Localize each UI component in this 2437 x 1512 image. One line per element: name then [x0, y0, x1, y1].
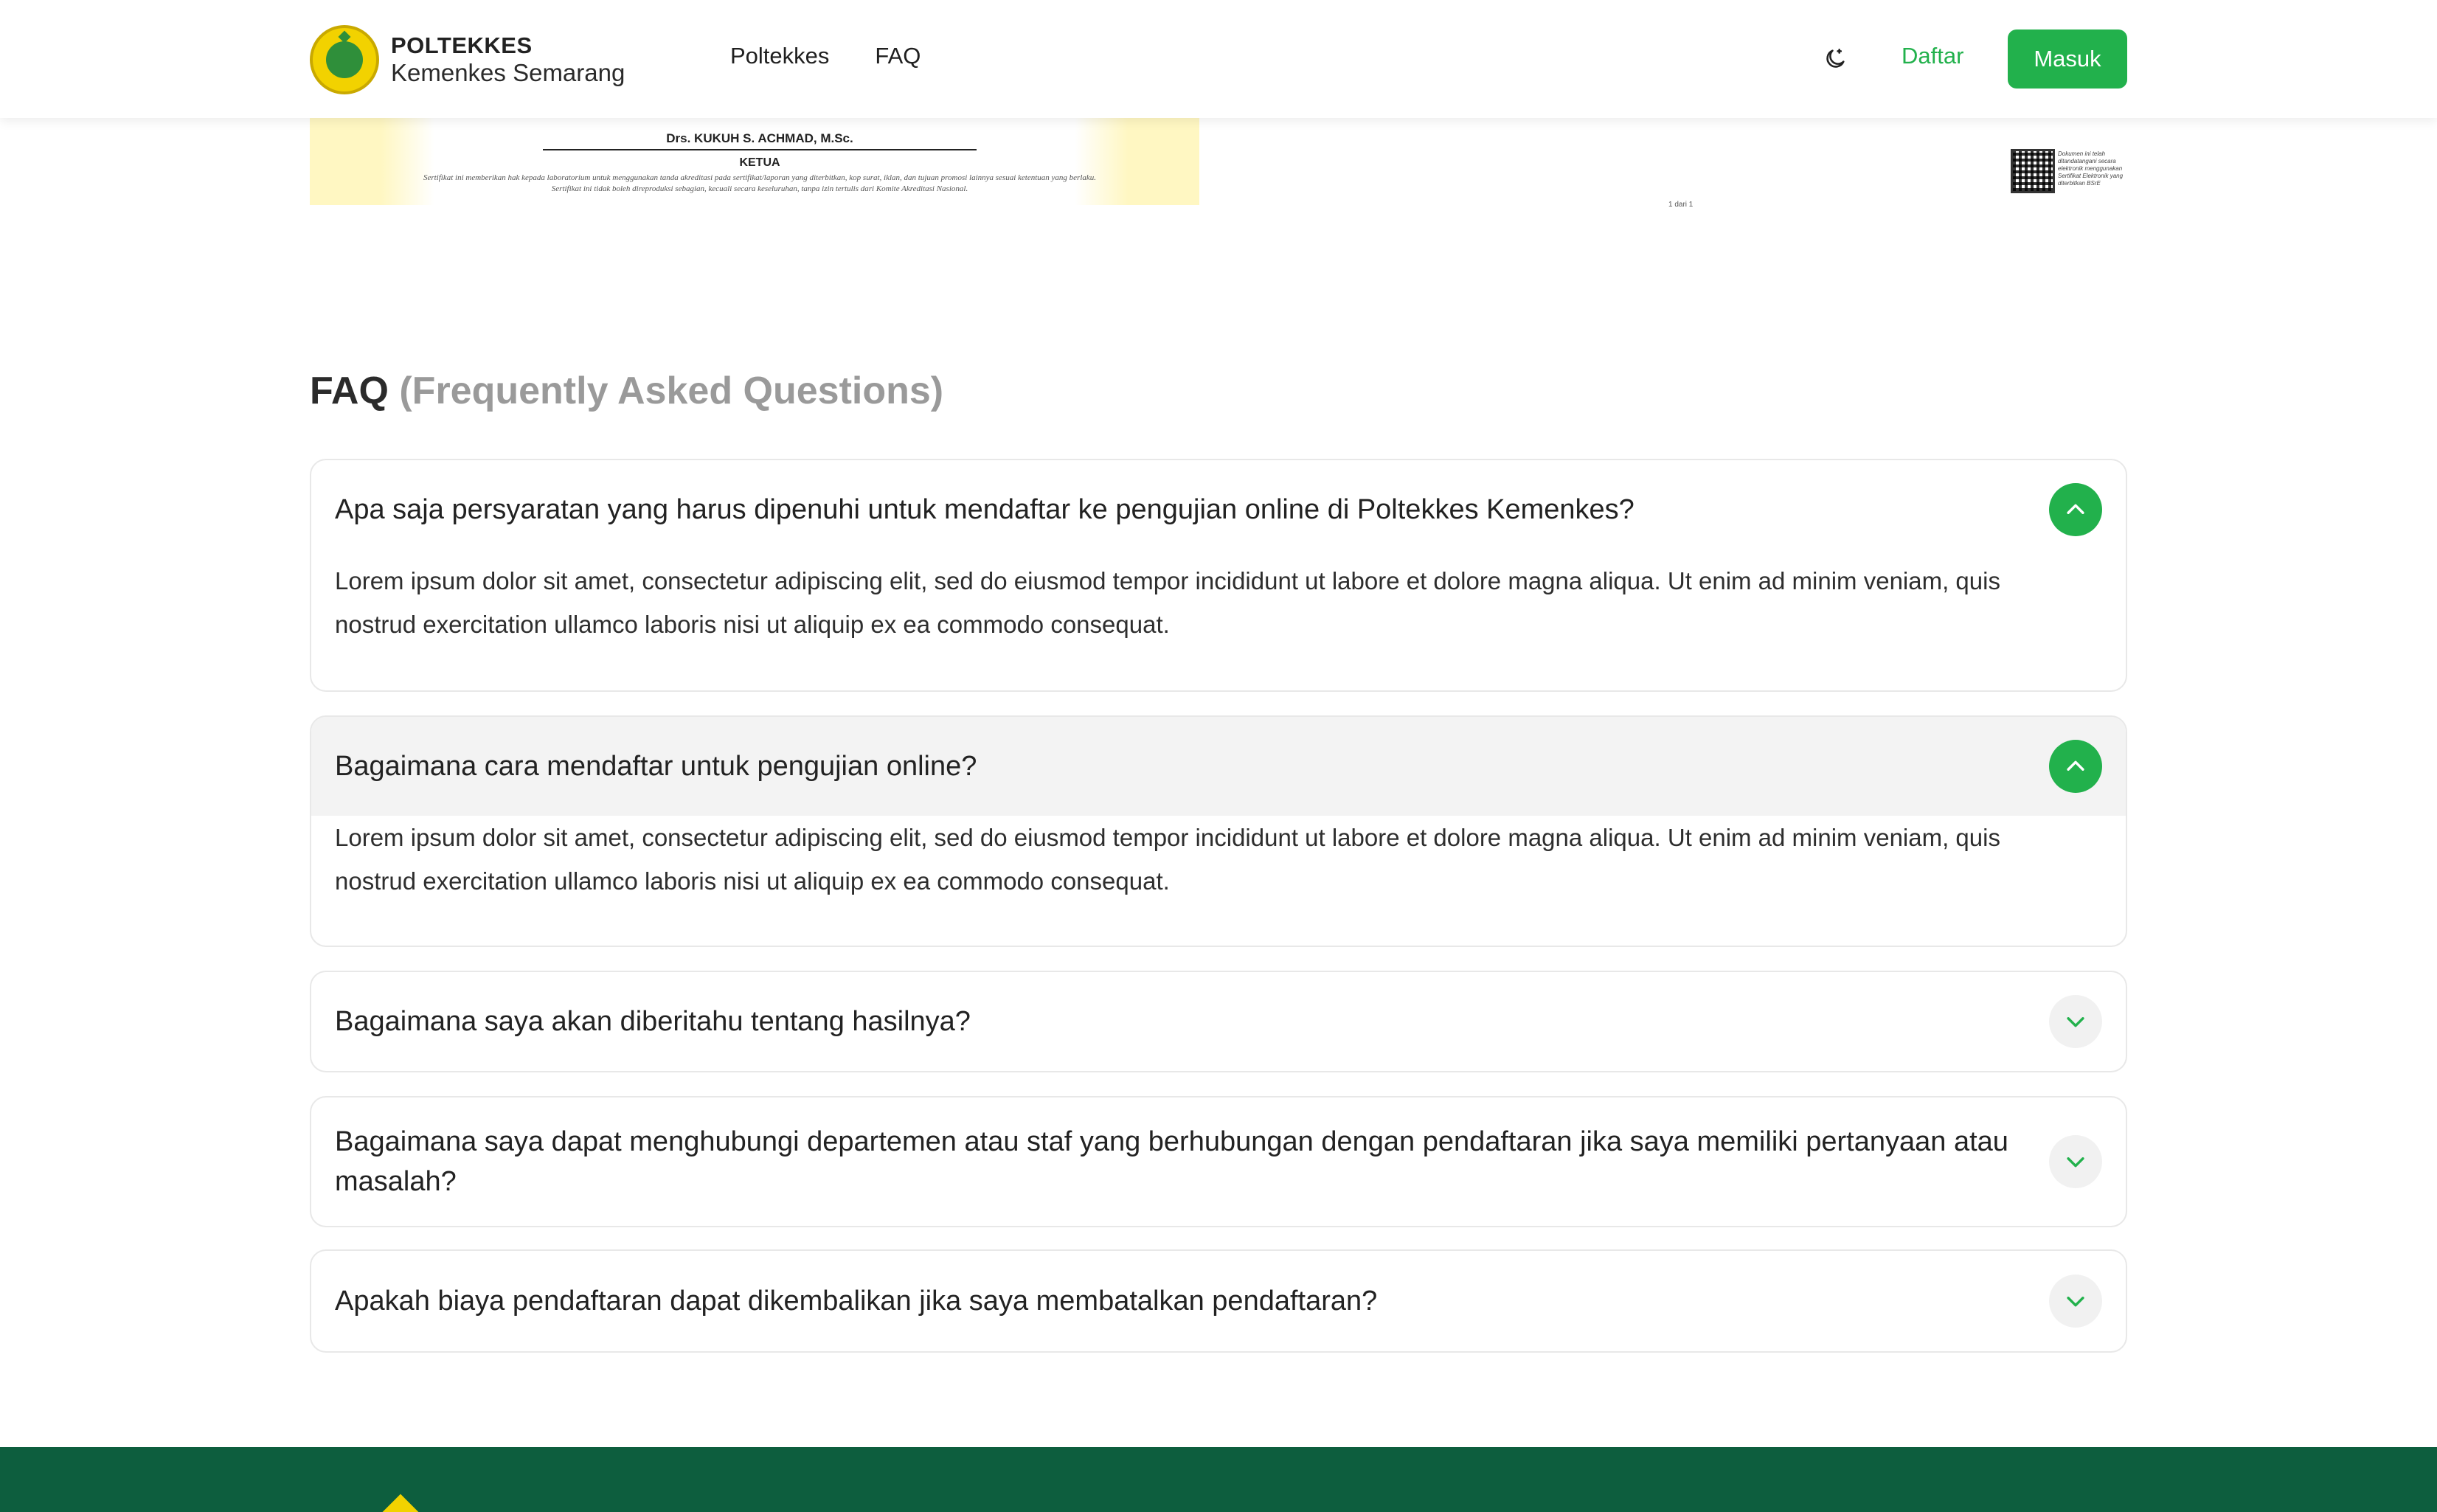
faq-question: Bagaimana cara mendaftar untuk pengujian…: [335, 751, 977, 782]
faq-heading-muted: (Frequently Asked Questions): [399, 370, 944, 412]
faq-item: Bagaimana saya akan diberitahu tentang h…: [310, 971, 2127, 1072]
certificate-role: KETUA: [739, 156, 780, 169]
nav-link-faq[interactable]: FAQ: [875, 43, 921, 69]
brand-title: POLTEKKES: [391, 32, 533, 59]
faq-question-header[interactable]: Bagaimana saya dapat menghubungi departe…: [311, 1097, 2126, 1226]
moon-icon: [1826, 48, 1845, 68]
certificate-signer: Drs. KUKUH S. ACHMAD, M.Sc.: [543, 131, 977, 150]
qr-caption: Dokumen ini telah ditandatangani secara …: [2058, 150, 2124, 187]
faq-item: Bagaimana saya dapat menghubungi departe…: [310, 1096, 2127, 1227]
brand-subtitle: Kemenkes Semarang: [391, 58, 625, 86]
faq-toggle-button[interactable]: [2049, 740, 2102, 793]
qr-code: [2011, 149, 2055, 193]
faq-question-header[interactable]: Apa saja persyaratan yang harus dipenuhi…: [311, 460, 2126, 559]
footer-logo: [374, 1494, 427, 1512]
faq-heading: FAQ (Frequently Asked Questions): [310, 370, 944, 412]
site-footer: [0, 1447, 2437, 1512]
chevron-down-icon: [2067, 1017, 2084, 1027]
faq-toggle-button[interactable]: [2049, 1135, 2102, 1188]
faq-question-header[interactable]: Bagaimana cara mendaftar untuk pengujian…: [311, 717, 2126, 816]
theme-toggle-button[interactable]: [1820, 44, 1850, 74]
faq-question-header[interactable]: Apakah biaya pendaftaran dapat dikembali…: [311, 1251, 2126, 1351]
certificate-preview: Drs. KUKUH S. ACHMAD, M.Sc. KETUA Sertif…: [310, 118, 2127, 221]
faq-toggle-button[interactable]: [2049, 483, 2102, 536]
faq-item: Apakah biaya pendaftaran dapat dikembali…: [310, 1249, 2127, 1353]
faq-question-header[interactable]: Bagaimana saya akan diberitahu tentang h…: [311, 972, 2126, 1071]
poltekkes-logo: [310, 25, 379, 94]
login-button[interactable]: Masuk: [2008, 30, 2127, 89]
chevron-up-icon: [2067, 504, 2084, 514]
brand[interactable]: POLTEKKES Kemenkes Semarang: [310, 25, 625, 94]
faq-item: Bagaimana cara mendaftar untuk pengujian…: [310, 715, 2127, 947]
faq-answer: Lorem ipsum dolor sit amet, consectetur …: [335, 824, 2000, 895]
site-header: POLTEKKES Kemenkes Semarang Poltekkes FA…: [0, 0, 2437, 118]
certificate-page-number: 1 dari 1: [1668, 201, 1694, 209]
faq-answer: Lorem ipsum dolor sit amet, consectetur …: [335, 567, 2000, 638]
faq-question: Bagaimana saya dapat menghubungi departe…: [335, 1126, 2008, 1197]
faq-question: Apakah biaya pendaftaran dapat dikembali…: [335, 1286, 1378, 1317]
faq-item: Apa saja persyaratan yang harus dipenuhi…: [310, 459, 2127, 692]
main-nav: Poltekkes FAQ: [730, 43, 921, 69]
faq-toggle-button[interactable]: [2049, 995, 2102, 1048]
register-link[interactable]: Daftar: [1902, 43, 1963, 69]
nav-link-poltekkes[interactable]: Poltekkes: [730, 43, 829, 69]
chevron-down-icon: [2067, 1157, 2084, 1168]
faq-question: Bagaimana saya akan diberitahu tentang h…: [335, 1006, 971, 1037]
chevron-up-icon: [2067, 760, 2084, 771]
certificate-image: Drs. KUKUH S. ACHMAD, M.Sc. KETUA Sertif…: [310, 118, 1199, 205]
faq-question: Apa saja persyaratan yang harus dipenuhi…: [335, 494, 1635, 525]
certificate-note: Sertifikat ini memberikan hak kepada lab…: [423, 173, 1097, 194]
chevron-down-icon: [2067, 1297, 2084, 1307]
faq-toggle-button[interactable]: [2049, 1275, 2102, 1328]
